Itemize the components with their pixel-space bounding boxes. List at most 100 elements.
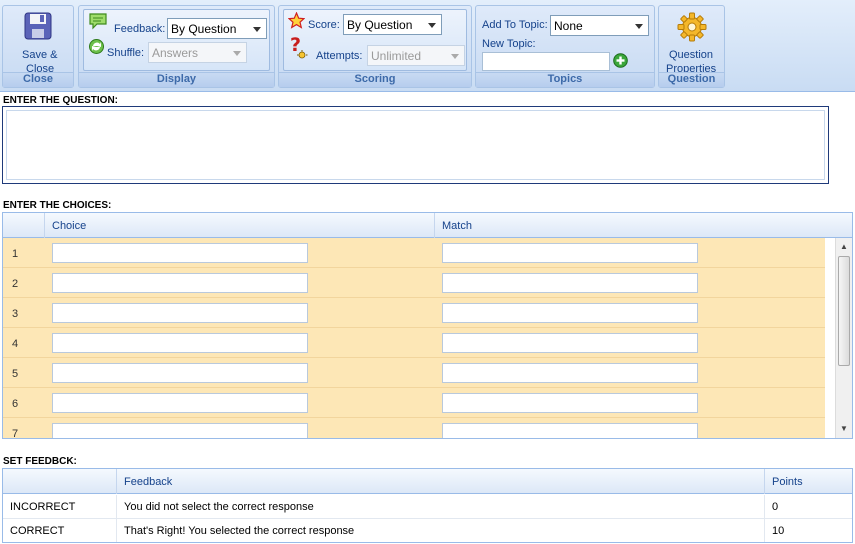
feedback-row-label: INCORRECT (3, 495, 117, 519)
match-input[interactable] (442, 303, 698, 323)
chevron-down-icon (253, 27, 261, 32)
scoring-group: Score: By Question ? Attempts: Unlimited… (278, 5, 472, 88)
table-row: 3 (3, 298, 825, 328)
row-number: 1 (12, 248, 19, 260)
feedback-heading: SET FEEDBCK: (3, 456, 77, 467)
topics-group: Add To Topic: None New Topic: Topics (475, 5, 655, 88)
row-number: 5 (12, 368, 19, 380)
scrollbar-thumb[interactable] (838, 256, 850, 366)
choice-column-header[interactable]: Choice (45, 213, 435, 238)
match-input[interactable] (442, 423, 698, 438)
chevron-down-icon (428, 23, 436, 28)
table-row: 1 (3, 238, 825, 268)
save-close-label-1: Save & (22, 49, 58, 61)
question-heading: ENTER THE QUESTION: (3, 95, 119, 106)
scoring-group-title: Scoring (279, 72, 471, 87)
row-number: 2 (12, 278, 19, 290)
display-group: Feedback: By Question Shuffle: Answers D… (78, 5, 275, 88)
feedback-text-cell[interactable]: That's Right! You selected the correct r… (117, 519, 765, 542)
new-topic-input[interactable] (482, 52, 610, 71)
table-row: 6 (3, 388, 825, 418)
match-input[interactable] (442, 333, 698, 353)
feedback-grid: Feedback Points INCORRECT You did not se… (2, 468, 853, 543)
toolbar-ribbon: Save & Close Close Feedback: By Question… (0, 0, 855, 92)
scoring-panel: Score: By Question ? Attempts: Unlimited (283, 9, 467, 71)
chevron-down-icon (451, 54, 459, 59)
choice-input[interactable] (52, 333, 308, 353)
choices-rows: 1 2 3 4 5 6 7 (3, 238, 837, 439)
score-label: Score: (308, 19, 340, 31)
refresh-icon (89, 39, 104, 54)
close-group: Save & Close Close (2, 5, 74, 88)
score-select[interactable]: By Question (343, 14, 442, 35)
feedback-column-header[interactable]: Feedback (117, 469, 765, 494)
choice-input[interactable] (52, 243, 308, 263)
feedback-label: Feedback: (114, 23, 166, 35)
match-input[interactable] (442, 363, 698, 383)
row-number-header (3, 213, 45, 238)
display-group-title: Display (79, 72, 274, 87)
match-column-header[interactable]: Match (435, 213, 852, 238)
score-select-value: By Question (347, 18, 413, 32)
match-input[interactable] (442, 393, 698, 413)
question-textarea[interactable] (2, 106, 829, 184)
row-number: 7 (12, 428, 19, 439)
attempts-select-value: Unlimited (371, 49, 422, 63)
question-group: Question Properties Question (658, 5, 725, 88)
feedback-select[interactable]: By Question (167, 18, 267, 39)
shuffle-label: Shuffle: (107, 47, 145, 59)
row-number: 4 (12, 338, 19, 350)
choices-scrollbar[interactable]: ▲ ▼ (835, 238, 852, 438)
label-column-header (3, 469, 117, 494)
choices-grid-header: Choice Match (3, 213, 852, 238)
question-properties-button[interactable]: Question Properties (661, 9, 722, 75)
gear-icon (677, 12, 707, 42)
new-topic-label: New Topic: (482, 38, 536, 50)
scroll-up-icon[interactable]: ▲ (836, 240, 852, 254)
choice-input[interactable] (52, 393, 308, 413)
shuffle-select[interactable]: Answers (148, 42, 247, 63)
feedback-grid-header: Feedback Points (3, 469, 852, 494)
question-mark-icon: ? (290, 35, 308, 59)
choices-heading: ENTER THE CHOICES: (3, 200, 112, 211)
choice-input[interactable] (52, 303, 308, 323)
question-textarea-inner (6, 110, 825, 180)
shuffle-select-value: Answers (152, 46, 199, 60)
points-cell[interactable]: 0 (765, 495, 852, 519)
attempts-select[interactable]: Unlimited (367, 45, 465, 66)
choice-input[interactable] (52, 273, 308, 293)
add-to-topic-value: None (554, 19, 583, 33)
add-to-topic-label: Add To Topic: (482, 19, 548, 31)
match-input[interactable] (442, 243, 698, 263)
row-number: 3 (12, 308, 19, 320)
topics-group-title: Topics (476, 72, 654, 87)
save-close-button[interactable]: Save & Close (7, 9, 69, 75)
feedback-select-value: By Question (171, 22, 237, 36)
points-cell[interactable]: 10 (765, 519, 852, 542)
feedback-row-label: CORRECT (3, 519, 117, 542)
choice-input[interactable] (52, 423, 308, 438)
table-row: 7 (3, 418, 825, 439)
star-icon (288, 12, 305, 29)
scroll-down-icon[interactable]: ▼ (836, 422, 852, 436)
table-row: 2 (3, 268, 825, 298)
close-group-title: Close (3, 72, 73, 87)
choices-grid: Choice Match 1 2 3 4 5 6 7 ▲ ▼ (2, 212, 853, 439)
table-row: 4 (3, 328, 825, 358)
table-row: CORRECT That's Right! You selected the c… (3, 519, 852, 542)
speech-bubble-icon (89, 13, 107, 30)
table-row: INCORRECT You did not select the correct… (3, 495, 852, 519)
chevron-down-icon (635, 24, 643, 29)
feedback-text-cell[interactable]: You did not select the correct response (117, 495, 765, 519)
question-group-title: Question (659, 72, 724, 87)
row-number: 6 (12, 398, 19, 410)
add-to-topic-select[interactable]: None (550, 15, 649, 36)
chevron-down-icon (233, 51, 241, 56)
attempts-label: Attempts: (316, 50, 363, 62)
plus-circle-icon[interactable] (613, 53, 628, 68)
choice-input[interactable] (52, 363, 308, 383)
display-panel: Feedback: By Question Shuffle: Answers (83, 9, 270, 71)
points-column-header[interactable]: Points (765, 469, 852, 494)
question-properties-label-1: Question (669, 49, 714, 61)
match-input[interactable] (442, 273, 698, 293)
